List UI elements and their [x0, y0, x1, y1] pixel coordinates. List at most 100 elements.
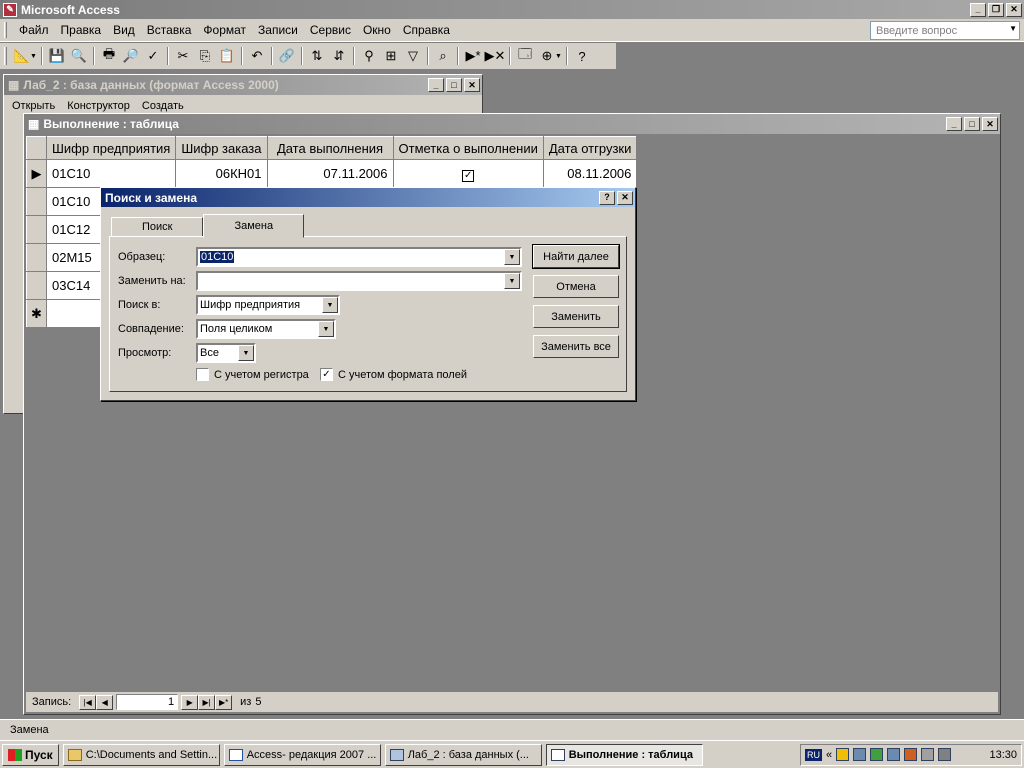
save-icon[interactable]: 💾: [46, 45, 68, 67]
database-window-icon[interactable]: 🗔: [514, 45, 536, 67]
chevron-down-icon[interactable]: ▼: [1009, 24, 1017, 33]
print-preview-icon[interactable]: 🔎: [120, 45, 142, 67]
clock[interactable]: 13:30: [989, 749, 1017, 761]
file-search-icon[interactable]: 🔍: [68, 45, 90, 67]
taskbar-item-table[interactable]: Выполнение : таблица: [545, 743, 703, 766]
match-format-checkbox[interactable]: ✓ С учетом формата полей: [320, 368, 467, 381]
record-selector[interactable]: [26, 187, 47, 216]
minimize-icon[interactable]: _: [970, 2, 986, 17]
database-window-titlebar[interactable]: ▦ Лаб_2 : база данных (формат Access 200…: [4, 75, 482, 95]
close-icon[interactable]: ✕: [464, 78, 480, 92]
help-icon[interactable]: ?: [571, 45, 593, 67]
cell-done-mark[interactable]: ✓: [392, 159, 544, 188]
maximize-icon[interactable]: □: [964, 117, 980, 131]
apply-filter-icon[interactable]: ▽: [402, 45, 424, 67]
direction-select[interactable]: Все ▼: [196, 343, 256, 363]
next-record-icon[interactable]: ▶: [181, 694, 199, 710]
match-select[interactable]: Поля целиком ▼: [196, 319, 336, 339]
checkbox-checked-icon[interactable]: ✓: [462, 169, 475, 182]
toolbar-grip[interactable]: [4, 47, 7, 65]
close-icon[interactable]: ✕: [617, 190, 633, 205]
match-case-checkbox[interactable]: С учетом регистра: [196, 368, 309, 381]
column-header[interactable]: Отметка о выполнении: [392, 136, 544, 160]
record-selector[interactable]: [26, 215, 47, 244]
shield-icon[interactable]: [836, 748, 850, 761]
close-icon[interactable]: ✕: [1006, 2, 1022, 17]
sync-icon[interactable]: [904, 748, 918, 761]
filter-by-selection-icon[interactable]: ⚲: [358, 45, 380, 67]
menu-help[interactable]: Справка: [397, 23, 456, 37]
monitor-icon[interactable]: [938, 748, 952, 761]
checkbox-unchecked-icon[interactable]: [196, 368, 209, 381]
language-indicator[interactable]: RU: [805, 748, 822, 761]
cut-icon[interactable]: ✂: [172, 45, 194, 67]
help-icon[interactable]: ?: [599, 190, 615, 205]
replace-button[interactable]: Заменить: [533, 305, 619, 328]
find-next-button[interactable]: Найти далее: [532, 244, 620, 269]
print-icon[interactable]: 🖶: [98, 45, 120, 67]
filter-by-form-icon[interactable]: ⊞: [380, 45, 402, 67]
cell-date-done[interactable]: 07.11.2006: [266, 159, 394, 188]
chevron-down-icon[interactable]: ▼: [504, 249, 520, 265]
create-button[interactable]: Создать: [142, 100, 184, 112]
sample-combobox[interactable]: 01С10 ▼: [196, 247, 522, 267]
open-button[interactable]: Открыть: [12, 100, 55, 112]
column-header[interactable]: Дата отгрузки: [542, 136, 638, 160]
new-record-nav-icon[interactable]: ▶*: [215, 694, 233, 710]
menu-tools[interactable]: Сервис: [304, 23, 357, 37]
network-icon[interactable]: [853, 748, 867, 761]
previous-record-icon[interactable]: ◀: [96, 694, 114, 710]
cell-enterprise-code[interactable]: 01С10: [45, 159, 177, 188]
delete-record-icon[interactable]: ▶✕: [484, 45, 506, 67]
checkbox-checked-icon[interactable]: ✓: [320, 368, 333, 381]
restore-icon[interactable]: ❐: [988, 2, 1004, 17]
header-corner[interactable]: [26, 136, 47, 160]
copy-icon[interactable]: ⎘: [194, 45, 216, 67]
menu-insert[interactable]: Вставка: [141, 23, 198, 37]
find-replace-dialog[interactable]: Поиск и замена ? ✕ Поиск Замена Образец:…: [100, 187, 636, 401]
menu-window[interactable]: Окно: [357, 23, 397, 37]
new-record-icon[interactable]: ✱: [26, 299, 47, 328]
maximize-icon[interactable]: □: [446, 78, 462, 92]
column-header[interactable]: Шифр заказа: [175, 136, 268, 160]
menu-records[interactable]: Записи: [252, 23, 304, 37]
new-record-icon[interactable]: ▶*: [462, 45, 484, 67]
menu-file[interactable]: Файл: [13, 23, 55, 37]
table-window-titlebar[interactable]: ▦ Выполнение : таблица _ □ ✕: [24, 114, 1000, 134]
current-record-icon[interactable]: ▶: [26, 159, 47, 188]
chevron-down-icon[interactable]: ▼: [318, 321, 334, 337]
replace-with-combobox[interactable]: ▼: [196, 271, 522, 291]
record-number-input[interactable]: 1: [116, 694, 179, 710]
tab-find[interactable]: Поиск: [111, 217, 204, 237]
ask-question-input[interactable]: Введите вопрос ▼: [870, 21, 1020, 40]
dialog-titlebar[interactable]: Поиск и замена ? ✕: [101, 188, 635, 207]
access-app-icon[interactable]: ✎: [3, 2, 17, 17]
menu-format[interactable]: Формат: [197, 23, 252, 37]
taskbar-item-explorer[interactable]: C:\Documents and Settin...: [62, 743, 220, 766]
menubar-grip[interactable]: [4, 22, 7, 38]
hyperlink-icon[interactable]: 🔗: [276, 45, 298, 67]
tab-replace[interactable]: Замена: [203, 214, 305, 238]
close-icon[interactable]: ✕: [982, 117, 998, 131]
record-selector[interactable]: [26, 271, 47, 300]
chevron-down-icon[interactable]: ▼: [238, 345, 254, 361]
paste-icon[interactable]: 📋: [216, 45, 238, 67]
search-in-select[interactable]: Шифр предприятия ▼: [196, 295, 340, 315]
record-selector[interactable]: [26, 243, 47, 272]
taskbar-item-word[interactable]: Access- редакция 2007 ...: [223, 743, 381, 766]
column-header[interactable]: Дата выполнения: [266, 136, 394, 160]
volume-icon[interactable]: [870, 748, 884, 761]
sort-ascending-icon[interactable]: ⇅: [306, 45, 328, 67]
cell-order-code[interactable]: 06КН01: [175, 159, 268, 188]
replace-all-button[interactable]: Заменить все: [533, 335, 619, 358]
last-record-icon[interactable]: ▶|: [198, 694, 216, 710]
column-header[interactable]: Шифр предприятия: [45, 136, 177, 160]
find-icon[interactable]: ⌕: [432, 45, 454, 67]
minimize-icon[interactable]: _: [946, 117, 962, 131]
undo-icon[interactable]: ↶: [246, 45, 268, 67]
cell-ship-date[interactable]: 08.11.2006: [542, 159, 638, 188]
display-icon[interactable]: [887, 748, 901, 761]
menu-edit[interactable]: Правка: [55, 23, 108, 37]
chevron-down-icon[interactable]: ▼: [322, 297, 338, 313]
keyboard-icon[interactable]: [921, 748, 935, 761]
